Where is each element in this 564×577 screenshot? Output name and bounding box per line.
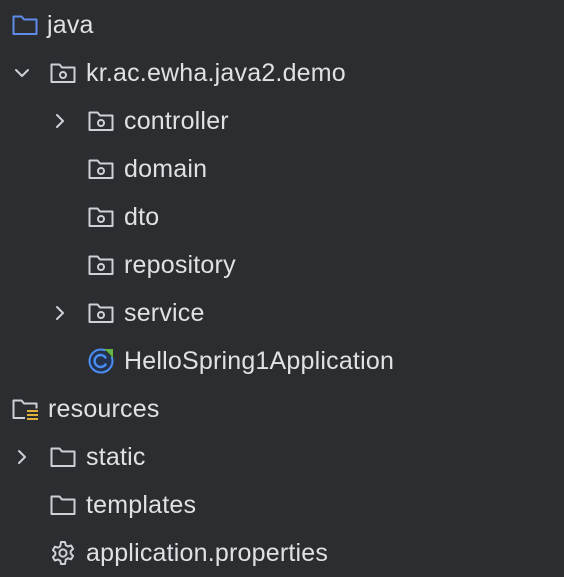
tree-item-label: kr.ac.ewha.java2.demo [86,59,346,87]
spring-boot-class-icon [87,347,115,375]
tree-item-package[interactable]: kr.ac.ewha.java2.demo [0,49,564,97]
package-icon [87,251,115,279]
package-icon [87,155,115,183]
tree-item-label: domain [124,155,208,183]
tree-item-label: application.properties [86,539,329,567]
tree-item-label: templates [86,491,197,519]
package-icon [87,203,115,231]
tree-item-label: resources [48,395,160,423]
tree-item-label: service [124,299,205,327]
package-icon [49,59,77,87]
tree-item-label: controller [124,107,229,135]
tree-item-java[interactable]: java [0,1,564,49]
folder-icon [49,443,77,471]
tree-item-templates[interactable]: templates [0,481,564,529]
tree-item-static[interactable]: static [0,433,564,481]
source-folder-icon [11,11,39,39]
gear-icon [49,539,77,567]
chevron-right-icon[interactable] [50,303,70,323]
project-tree: java kr.ac.ewha.java2.demo controller do… [0,0,564,568]
tree-item-hellospring1application[interactable]: HelloSpring1Application [0,337,564,385]
resources-folder-icon [11,395,39,423]
folder-icon [49,491,77,519]
tree-item-service[interactable]: service [0,289,564,337]
tree-item-label: HelloSpring1Application [124,347,395,375]
tree-item-label: java [47,11,94,39]
chevron-right-icon[interactable] [50,111,70,131]
tree-item-application-properties[interactable]: application.properties [0,529,564,577]
tree-item-repository[interactable]: repository [0,241,564,289]
tree-item-label: static [86,443,146,471]
tree-item-resources[interactable]: resources [0,385,564,433]
tree-item-controller[interactable]: controller [0,97,564,145]
package-icon [87,299,115,327]
tree-item-domain[interactable]: domain [0,145,564,193]
tree-item-label: dto [124,203,160,231]
chevron-down-icon[interactable] [12,63,32,83]
chevron-right-icon[interactable] [12,447,32,467]
tree-item-dto[interactable]: dto [0,193,564,241]
tree-item-label: repository [124,251,236,279]
package-icon [87,107,115,135]
